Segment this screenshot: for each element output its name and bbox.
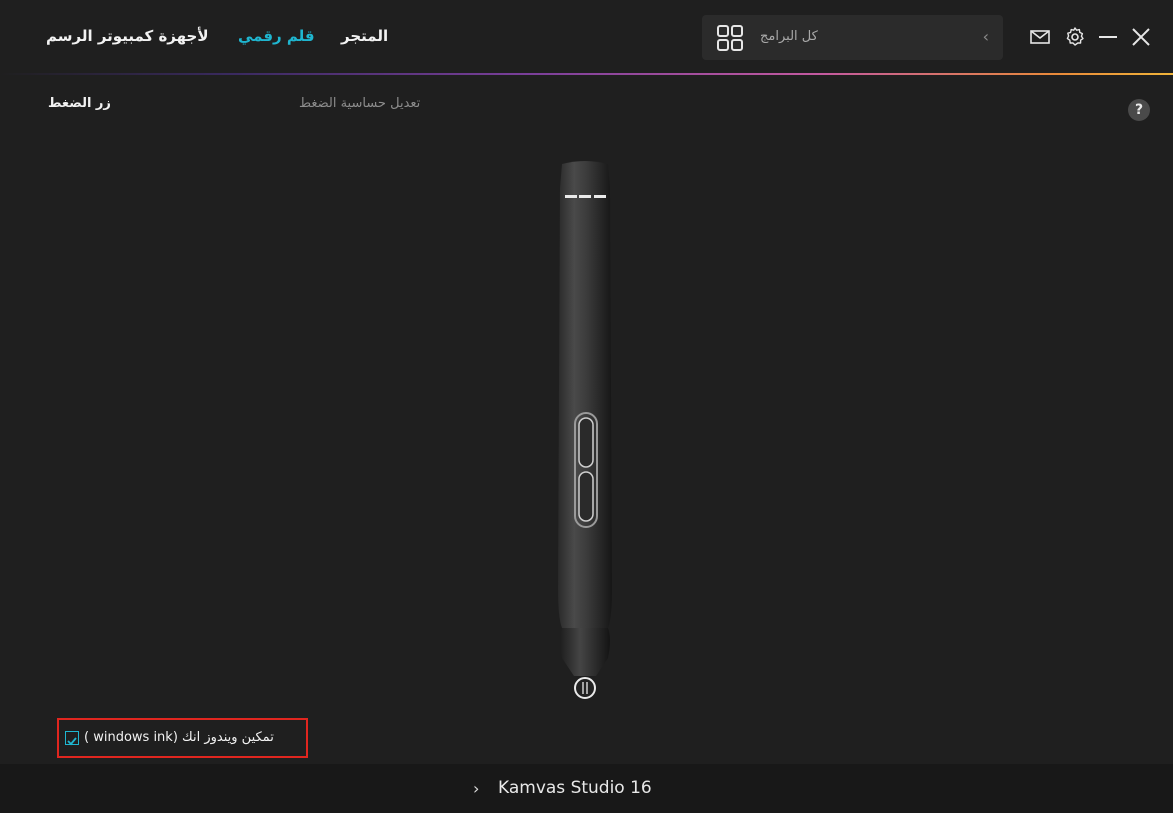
- pen-band-left: [565, 195, 577, 198]
- nav-digital-pen[interactable]: قلم رقمي: [238, 27, 315, 45]
- header-divider: [0, 73, 1173, 75]
- top-bar: لأجهزة كمبيوتر الرسم قلم رقمي المتجر كل …: [0, 0, 1173, 74]
- chevron-right-icon[interactable]: ›: [473, 779, 479, 798]
- mail-icon[interactable]: [1028, 25, 1052, 49]
- pen-nib: [574, 677, 596, 699]
- help-icon[interactable]: ?: [1128, 99, 1150, 121]
- pen-lower-button[interactable]: [578, 471, 594, 522]
- nav-drawing-devices[interactable]: لأجهزة كمبيوتر الرسم: [46, 27, 209, 45]
- close-icon[interactable]: [1129, 25, 1153, 49]
- pen-band-middle: [579, 195, 591, 198]
- gear-icon[interactable]: [1063, 25, 1087, 49]
- device-name[interactable]: Kamvas Studio 16: [498, 778, 652, 798]
- pen-tip-cone: [560, 628, 610, 676]
- grid-icon: [717, 25, 743, 51]
- search-placeholder: كل البرامج: [760, 29, 818, 44]
- all-apps-search[interactable]: كل البرامج ‹: [702, 15, 1003, 60]
- checkmark-icon: [67, 737, 77, 746]
- pen-upper-button[interactable]: [578, 417, 594, 468]
- tab-pressure-sensitivity[interactable]: تعديل حساسية الضغط: [299, 96, 420, 111]
- windows-ink-label: تمكين ويندوز انك (windows ink ): [84, 730, 274, 745]
- tab-press-button[interactable]: زر الضغط: [48, 96, 111, 111]
- minimize-icon[interactable]: [1096, 25, 1120, 49]
- windows-ink-option: تمكين ويندوز انك (windows ink ): [57, 718, 308, 758]
- pen-barrel: [558, 161, 612, 628]
- digital-pen-image: [558, 161, 612, 699]
- device-footer[interactable]: › Kamvas Studio 16: [0, 764, 1173, 813]
- nav-store[interactable]: المتجر: [341, 27, 388, 45]
- chevron-left-icon[interactable]: ‹: [983, 27, 989, 46]
- windows-ink-checkbox[interactable]: [65, 731, 79, 746]
- pen-band-right: [594, 195, 606, 198]
